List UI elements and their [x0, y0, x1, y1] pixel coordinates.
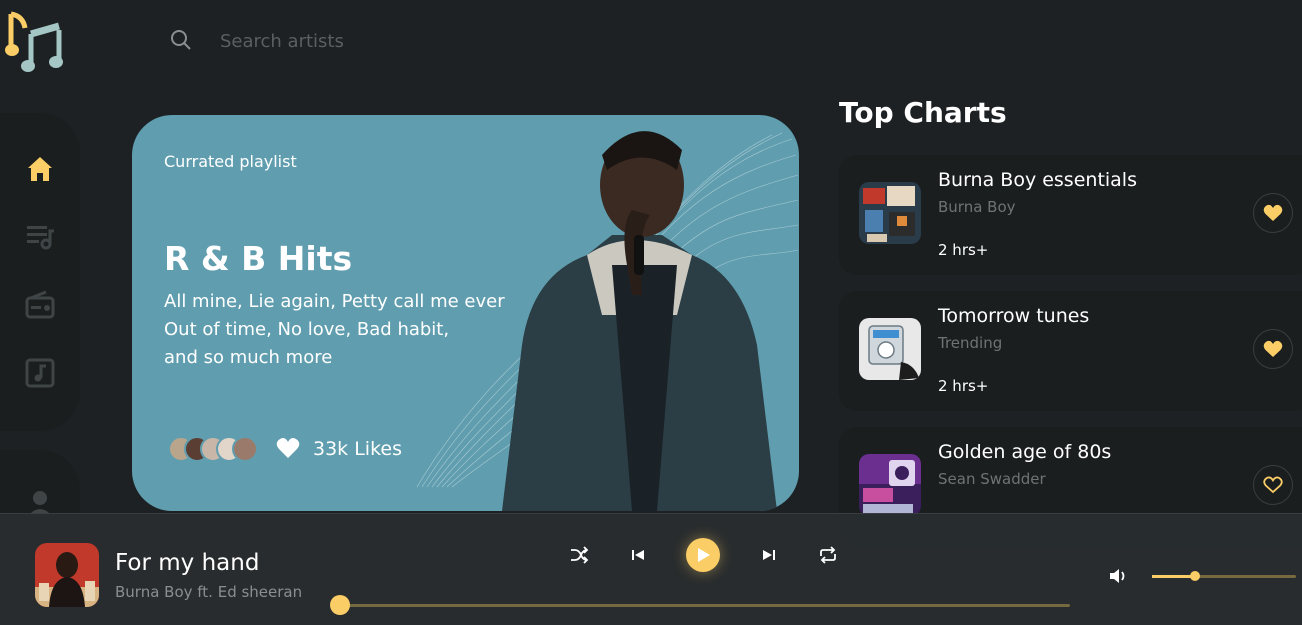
music-player: For my hand Burna Boy ft. Ed sheeran: [0, 513, 1302, 625]
volume-fill: [1152, 575, 1196, 578]
chart-item-title: Tomorrow tunes: [938, 305, 1090, 327]
description-line: and so much more: [164, 347, 333, 368]
likes-count: 33k Likes: [313, 438, 402, 460]
like-button[interactable]: [1253, 329, 1293, 369]
previous-icon[interactable]: [627, 544, 649, 566]
radio-icon[interactable]: [24, 289, 56, 321]
app-logo: [3, 8, 65, 74]
chart-item[interactable]: Burna Boy essentials Burna Boy 2 hrs+: [838, 155, 1302, 275]
videos-icon[interactable]: [24, 357, 56, 389]
progress-bar[interactable]: [340, 604, 1070, 607]
play-button[interactable]: [686, 538, 720, 572]
search-input[interactable]: [220, 26, 640, 56]
shuffle-icon[interactable]: [568, 544, 590, 566]
heart-icon[interactable]: [276, 437, 300, 459]
now-playing-cover: [35, 543, 99, 607]
playlist-description: All mine, Lie again, Petty call me ever …: [164, 288, 505, 372]
description-line: Out of time, No love, Bad habit,: [164, 319, 450, 340]
listener-avatars: [168, 436, 264, 462]
avatar: [232, 436, 258, 462]
volume-handle[interactable]: [1190, 571, 1201, 581]
album-cover: [859, 318, 921, 380]
play-icon: [698, 548, 710, 562]
now-playing-title: For my hand: [115, 550, 260, 576]
featured-playlist-card[interactable]: Currated playlist R & B Hits All mine, L…: [132, 115, 799, 511]
chart-item-artist: Trending: [938, 334, 1003, 352]
album-cover: [859, 454, 921, 516]
now-playing-artist: Burna Boy ft. Ed sheeran: [115, 583, 303, 601]
next-icon[interactable]: [758, 544, 780, 566]
progress-handle[interactable]: [330, 595, 350, 615]
heart-icon: [1263, 204, 1283, 221]
playlist-eyebrow: Currated playlist: [164, 152, 297, 171]
playlist-icon[interactable]: [24, 220, 56, 252]
chart-item-duration: 2 hrs+: [938, 377, 989, 395]
album-cover: [859, 182, 921, 244]
like-button[interactable]: [1253, 465, 1293, 505]
chart-item-artist: Sean Swadder: [938, 470, 1046, 488]
chart-item-title: Golden age of 80s: [938, 441, 1112, 463]
like-button[interactable]: [1253, 193, 1293, 233]
chart-item-artist: Burna Boy: [938, 198, 1016, 216]
description-line: All mine, Lie again, Petty call me ever: [164, 291, 505, 312]
chart-item[interactable]: Tomorrow tunes Trending 2 hrs+: [838, 291, 1302, 411]
heart-outline-icon: [1263, 476, 1283, 494]
home-icon[interactable]: [24, 153, 56, 185]
volume-icon[interactable]: [1108, 566, 1128, 586]
search-icon[interactable]: [170, 29, 192, 51]
artist-photo: [502, 131, 777, 511]
chart-item-title: Burna Boy essentials: [938, 169, 1137, 191]
chart-item-duration: 2 hrs+: [938, 241, 989, 259]
volume-slider[interactable]: [1152, 575, 1296, 578]
top-charts-heading: Top Charts: [839, 96, 1007, 129]
playlist-title: R & B Hits: [164, 239, 353, 278]
heart-icon: [1263, 340, 1283, 357]
repeat-icon[interactable]: [817, 544, 839, 566]
